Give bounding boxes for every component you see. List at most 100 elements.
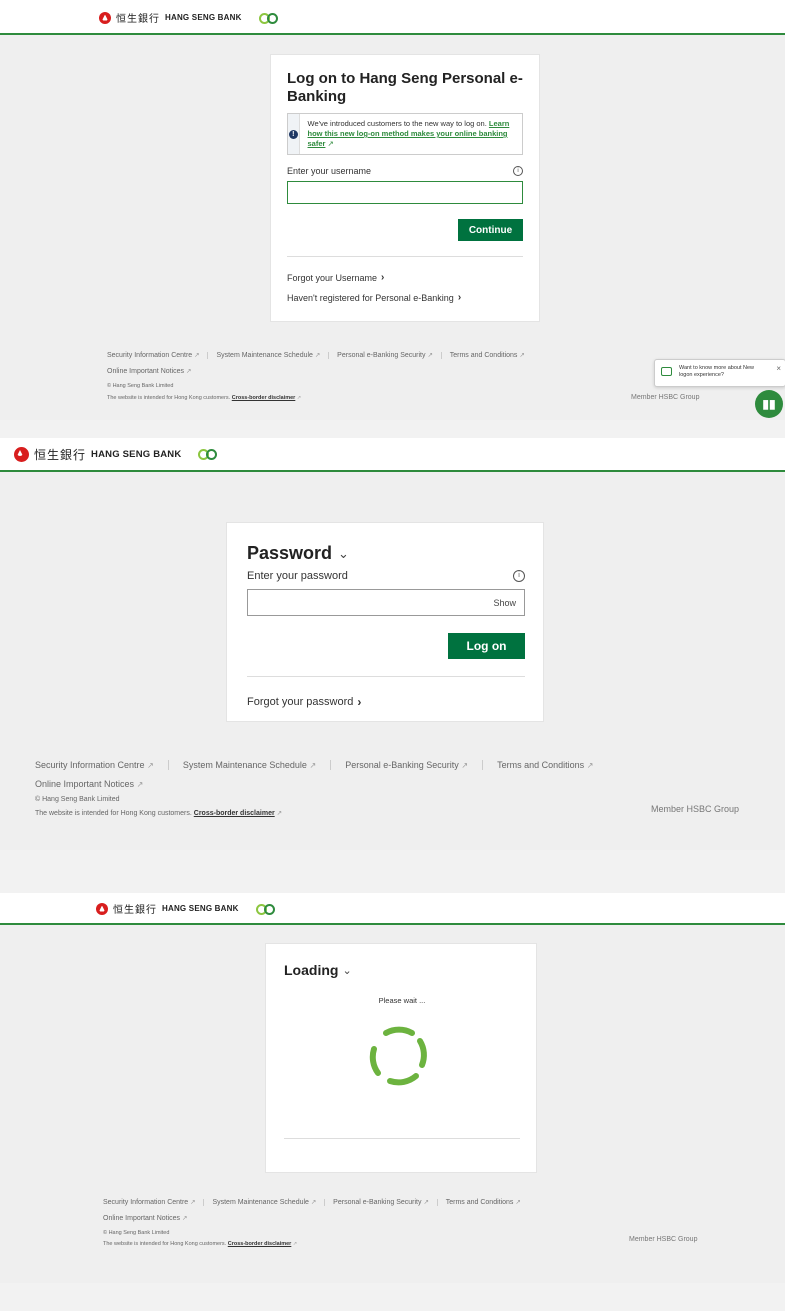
chat-button[interactable]: ▮▮ (755, 390, 783, 418)
footer-notices-link[interactable]: Online Important Notices ↗ (35, 779, 609, 789)
continue-button[interactable]: Continue (458, 219, 523, 241)
external-link-icon: ↗ (182, 1215, 188, 1222)
intended-text: The website is intended for Hong Kong cu… (107, 395, 231, 401)
notices-label: Online Important Notices (107, 368, 185, 375)
footer-link-maintenance[interactable]: System Maintenance Schedule ↗ (216, 352, 330, 359)
cross-border-disclaimer-link[interactable]: Cross-border disclaimer (228, 1241, 292, 1247)
log-on-button[interactable]: Log on (448, 633, 525, 659)
external-link-icon: ↗ (147, 761, 154, 770)
chevron-right-icon: › (457, 292, 462, 303)
external-link-icon: ↗ (296, 396, 301, 401)
divider (247, 676, 525, 677)
disclaimer-row: The website is intended for Hong Kong cu… (35, 810, 609, 817)
chat-prompt-text: Want to know more about New logon experi… (679, 365, 754, 378)
divider (287, 256, 523, 257)
logo-zh: 恒生銀行 (116, 14, 160, 25)
footer-link-label: System Maintenance Schedule (182, 760, 307, 770)
footer-link-ebanking-security[interactable]: Personal e-Banking Security ↗ (337, 352, 442, 359)
footer-link-label: Terms and Conditions (445, 1199, 514, 1206)
external-link-icon: ↗ (327, 139, 334, 148)
show-password-button[interactable]: Show (493, 598, 516, 608)
notice-box: ! We've introduced customers to the new … (287, 113, 523, 155)
register-label: Haven't registered for Personal e-Bankin… (287, 292, 454, 303)
footer-link-security[interactable]: Security Information Centre ↗ (103, 1199, 205, 1206)
footer-link-terms[interactable]: Terms and Conditions ↗ (497, 760, 601, 770)
cross-border-disclaimer-link[interactable]: Cross-border disclaimer (232, 395, 296, 401)
forgot-username-label: Forgot your Username (287, 272, 378, 283)
external-link-icon: ↗ (586, 761, 594, 770)
logo-mark-icon (99, 11, 111, 24)
footer-link-terms[interactable]: Terms and Conditions ↗ (446, 1199, 529, 1206)
hang-seng-logo[interactable]: 恒生銀行 HANG SENG BANK (96, 901, 276, 916)
external-link-icon: ↗ (194, 352, 200, 359)
username-input[interactable] (287, 181, 523, 204)
chat-icon (661, 367, 672, 376)
footer-notices-link[interactable]: Online Important Notices ↗ (107, 368, 541, 375)
cross-border-disclaimer-link[interactable]: Cross-border disclaimer (194, 810, 275, 817)
info-icon: ! (288, 129, 298, 139)
register-link[interactable]: Haven't registered for Personal e-Bankin… (287, 292, 461, 303)
external-link-icon: ↗ (461, 761, 469, 770)
member-hsbc: Member HSBC Group (631, 394, 700, 401)
logo-mark-icon (14, 447, 29, 462)
spinner-segment (383, 1026, 415, 1036)
disclaimer-row: The website is intended for Hong Kong cu… (103, 1241, 537, 1247)
footer-link-maintenance[interactable]: System Maintenance Schedule ↗ (182, 760, 332, 770)
chat-prompt[interactable]: Want to know more about New logon experi… (654, 359, 785, 387)
forgot-username-link[interactable]: Forgot your Username › (287, 272, 384, 283)
forgot-password-link[interactable]: Forgot your password › (247, 695, 361, 709)
footer-notices-link[interactable]: Online Important Notices ↗ (103, 1215, 537, 1222)
header: 恒生銀行 HANG SENG BANK (0, 438, 785, 472)
notice-bar: ! (288, 114, 300, 154)
anniversary-icon (258, 12, 279, 24)
loading-message: Please wait ... (378, 996, 426, 1005)
hang-seng-logo[interactable]: 恒生銀行 HANG SENG BANK (14, 446, 222, 463)
forgot-password-label: Forgot your password (247, 696, 354, 708)
external-link-icon: ↗ (186, 368, 192, 375)
footer-link-ebanking-security[interactable]: Personal e-Banking Security ↗ (333, 1199, 438, 1206)
footer-link-label: Security Information Centre (103, 1199, 189, 1206)
spinner-segment (417, 1038, 427, 1068)
divider (284, 1138, 520, 1139)
footer: Security Information Centre ↗ System Mai… (107, 352, 541, 401)
logo-en: HANG SENG BANK (162, 904, 239, 913)
footer-links: Security Information Centre ↗ System Mai… (107, 352, 541, 359)
logo-en: HANG SENG BANK (91, 449, 182, 460)
footer-link-label: Terms and Conditions (497, 760, 585, 770)
username-label: Enter your username (287, 166, 372, 176)
chevron-down-icon: ⌄ (338, 545, 349, 561)
footer-link-label: System Maintenance Schedule (216, 352, 313, 359)
password-title-row[interactable]: Password ⌄ (247, 543, 349, 564)
footer-link-label: Terms and Conditions (449, 352, 518, 359)
footer-link-security[interactable]: Security Information Centre ↗ (35, 760, 169, 770)
logo-zh: 恒生銀行 (113, 905, 157, 916)
external-link-icon: ↗ (310, 1199, 317, 1206)
footer-link-label: System Maintenance Schedule (212, 1199, 309, 1206)
footer-link-maintenance[interactable]: System Maintenance Schedule ↗ (212, 1199, 326, 1206)
info-icon[interactable]: i (513, 570, 525, 582)
chevron-right-icon: › (381, 272, 385, 283)
hang-seng-logo[interactable]: 恒生銀行 HANG SENG BANK (99, 10, 279, 25)
page-title: Loading (284, 962, 339, 978)
external-link-icon: ↗ (190, 1199, 196, 1206)
external-link-icon: ↗ (309, 761, 317, 770)
close-icon[interactable]: × (776, 365, 781, 373)
footer-link-security[interactable]: Security Information Centre ↗ (107, 352, 209, 359)
password-label: Enter your password (247, 570, 348, 582)
footer-links: Security Information Centre ↗ System Mai… (103, 1199, 537, 1206)
intended-text: The website is intended for Hong Kong cu… (35, 810, 192, 817)
external-link-icon: ↗ (427, 352, 433, 359)
header: 恒生銀行 HANG SENG BANK (0, 893, 785, 925)
username-label-row: Enter your username i (287, 166, 523, 176)
copyright: © Hang Seng Bank Limited (35, 796, 120, 803)
footer-link-ebanking-security[interactable]: Personal e-Banking Security ↗ (345, 760, 484, 770)
footer-link-terms[interactable]: Terms and Conditions ↗ (450, 352, 533, 359)
password-input[interactable]: Show (247, 589, 525, 616)
copyright: © Hang Seng Bank Limited (103, 1230, 170, 1236)
password-label-row: Enter your password i (247, 570, 525, 582)
screen-username: 恒生銀行 HANG SENG BANK Log on to Hang Seng … (0, 0, 785, 420)
info-icon[interactable]: i (513, 166, 523, 176)
logo-mark-icon (96, 902, 108, 915)
notices-label: Online Important Notices (35, 779, 135, 789)
screen-password: 恒生銀行 HANG SENG BANK Password ⌄ Enter you… (0, 438, 785, 850)
